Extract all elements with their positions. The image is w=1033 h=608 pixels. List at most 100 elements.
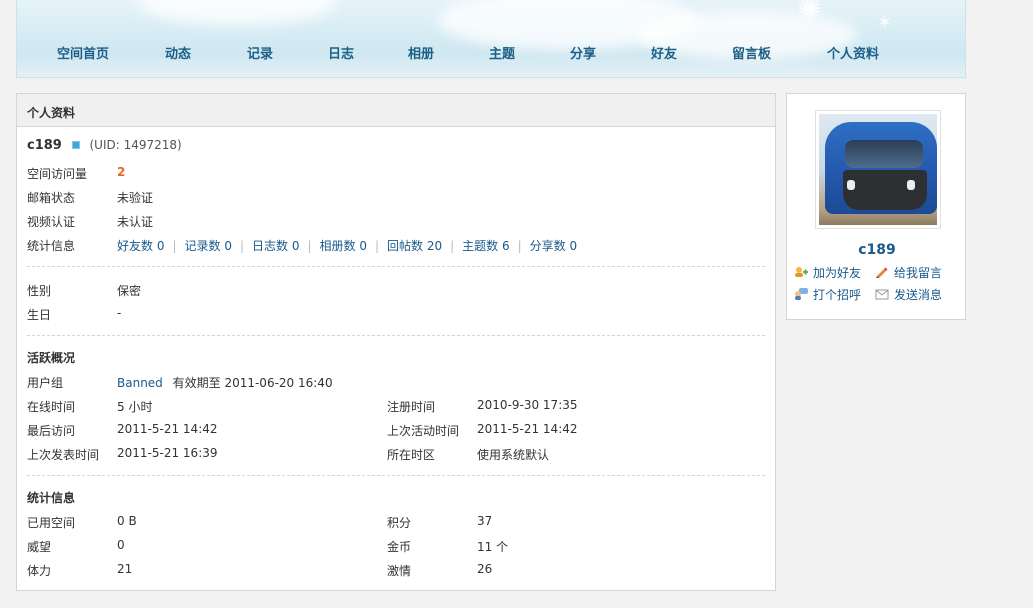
nav-blog[interactable]: 日志 bbox=[328, 43, 354, 62]
train-light bbox=[907, 180, 915, 190]
stat-threads-link[interactable]: 主题数 6 bbox=[462, 239, 509, 253]
video-auth-value: 未认证 bbox=[117, 215, 154, 229]
usergroup-expire: 有效期至 2011-06-20 16:40 bbox=[172, 376, 333, 390]
greet-button[interactable]: 打个招呼 bbox=[794, 286, 861, 303]
gender-label: 性别 bbox=[27, 284, 52, 298]
visit-count-label: 空间访问量 bbox=[27, 167, 88, 181]
leave-message-button[interactable]: 给我留言 bbox=[875, 264, 942, 281]
dandelion-decoration: ✺ bbox=[797, 0, 823, 27]
space-header: ✺ ✶ 空间首页 动态 记录 日志 相册 主题 分享 好友 留言板 个人资料 bbox=[16, 0, 966, 78]
avatar[interactable] bbox=[815, 110, 941, 229]
section-divider bbox=[27, 475, 765, 476]
separator: | bbox=[374, 239, 379, 253]
credits-label: 积分 bbox=[387, 516, 412, 530]
stat-shares-link[interactable]: 分享数 0 bbox=[530, 239, 577, 253]
last-post-value: 2011-5-21 16:39 bbox=[117, 446, 218, 460]
activity-row: 在线时间 5 小时 注册时间 2010-9-30 17:35 bbox=[27, 398, 767, 416]
username: c189 bbox=[27, 138, 62, 153]
nav-guestbook[interactable]: 留言板 bbox=[732, 43, 771, 62]
gold-value: 11 个 bbox=[477, 540, 509, 554]
section-divider bbox=[27, 266, 765, 267]
separator: | bbox=[307, 239, 312, 253]
last-visit-label: 最后访问 bbox=[27, 424, 76, 438]
last-activity-value: 2011-5-21 14:42 bbox=[477, 422, 578, 436]
passion-value: 26 bbox=[477, 562, 493, 576]
gold-label: 金币 bbox=[387, 540, 412, 554]
email-status-label: 邮箱状态 bbox=[27, 191, 76, 205]
train-window bbox=[845, 140, 923, 168]
register-time-value: 2010-9-30 17:35 bbox=[477, 398, 578, 412]
visit-count-value: 2 bbox=[117, 165, 126, 179]
section-divider bbox=[27, 335, 765, 336]
timezone-label: 所在时区 bbox=[387, 448, 436, 462]
leave-message-label: 给我留言 bbox=[894, 266, 943, 280]
train-shape bbox=[825, 122, 937, 214]
greet-icon bbox=[794, 288, 808, 300]
send-message-label: 发送消息 bbox=[894, 288, 943, 302]
stat-records-link[interactable]: 记录数 0 bbox=[185, 239, 232, 253]
gender-value: 保密 bbox=[117, 284, 142, 298]
stat-albums-link[interactable]: 相册数 0 bbox=[320, 239, 367, 253]
nav-share[interactable]: 分享 bbox=[570, 43, 596, 62]
online-status-icon bbox=[71, 141, 80, 149]
user-name-link[interactable]: c189 bbox=[787, 242, 967, 258]
nav-feed[interactable]: 动态 bbox=[165, 43, 191, 62]
pencil-icon bbox=[875, 266, 889, 278]
activity-title: 活跃概况 bbox=[27, 351, 76, 365]
user-card: c189 加为好友 给我留言 打个招呼 发送消息 bbox=[786, 93, 966, 320]
register-time-label: 注册时间 bbox=[387, 400, 436, 414]
nav-threads[interactable]: 主题 bbox=[489, 43, 515, 62]
usergroup-label: 用户组 bbox=[27, 376, 64, 390]
stats-links: 好友数 0 | 记录数 0 | 日志数 0 | 相册数 0 | 回帖数 20 | 主题数 6 | 分享数… bbox=[117, 237, 577, 254]
credits-value: 37 bbox=[477, 514, 493, 528]
stat-replies-link[interactable]: 回帖数 20 bbox=[387, 239, 442, 253]
used-space-label: 已用空间 bbox=[27, 516, 76, 530]
stamina-value: 21 bbox=[117, 562, 133, 576]
cloud-decoration bbox=[137, 0, 337, 25]
last-visit-value: 2011-5-21 14:42 bbox=[117, 422, 218, 436]
profile-panel: 个人资料 c189 (UID: 1497218) 空间访问量 2 邮箱状态 未验… bbox=[16, 93, 776, 591]
timezone-value: 使用系统默认 bbox=[477, 448, 550, 462]
nav-friends[interactable]: 好友 bbox=[651, 43, 677, 62]
avatar-image bbox=[819, 114, 937, 225]
prestige-value: 0 bbox=[117, 538, 125, 552]
send-message-button[interactable]: 发送消息 bbox=[875, 286, 942, 303]
birthday-label: 生日 bbox=[27, 308, 52, 322]
passion-label: 激情 bbox=[387, 564, 412, 578]
separator: | bbox=[172, 239, 177, 253]
add-friend-label: 加为好友 bbox=[813, 266, 862, 280]
online-time-label: 在线时间 bbox=[27, 400, 76, 414]
uid: (UID: 1497218) bbox=[89, 138, 182, 152]
stamina-label: 体力 bbox=[27, 564, 52, 578]
train-front bbox=[843, 170, 927, 210]
username-row: c189 (UID: 1497218) bbox=[27, 138, 182, 156]
stats2-row: 体力 21 激情 26 bbox=[27, 562, 767, 580]
separator: | bbox=[239, 239, 244, 253]
email-status-value: 未验证 bbox=[117, 191, 154, 205]
prestige-label: 威望 bbox=[27, 540, 52, 554]
separator: | bbox=[517, 239, 522, 253]
usergroup-link[interactable]: Banned bbox=[117, 376, 163, 390]
envelope-icon bbox=[875, 288, 889, 300]
stat-friends-link[interactable]: 好友数 0 bbox=[117, 239, 164, 253]
used-space-value: 0 B bbox=[117, 514, 137, 528]
nav-profile[interactable]: 个人资料 bbox=[827, 43, 879, 62]
stats2-row: 威望 0 金币 11 个 bbox=[27, 538, 767, 556]
usergroup-value: Banned 有效期至 2011-06-20 16:40 bbox=[117, 374, 333, 391]
panel-title: 个人资料 bbox=[17, 94, 775, 127]
activity-row: 上次发表时间 2011-5-21 16:39 所在时区 使用系统默认 bbox=[27, 446, 767, 464]
video-auth-label: 视频认证 bbox=[27, 215, 76, 229]
train-light bbox=[847, 180, 855, 190]
dandelion-decoration: ✶ bbox=[877, 12, 893, 33]
nav-home[interactable]: 空间首页 bbox=[57, 43, 109, 62]
stat-blogs-link[interactable]: 日志数 0 bbox=[252, 239, 299, 253]
stats-title: 统计信息 bbox=[27, 491, 76, 505]
nav-records[interactable]: 记录 bbox=[247, 43, 273, 62]
greet-label: 打个招呼 bbox=[813, 288, 862, 302]
stats-label: 统计信息 bbox=[27, 239, 76, 253]
stats2-row: 已用空间 0 B 积分 37 bbox=[27, 514, 767, 532]
add-friend-icon bbox=[794, 266, 808, 278]
add-friend-button[interactable]: 加为好友 bbox=[794, 264, 861, 281]
nav-album[interactable]: 相册 bbox=[408, 43, 434, 62]
last-post-label: 上次发表时间 bbox=[27, 448, 100, 462]
